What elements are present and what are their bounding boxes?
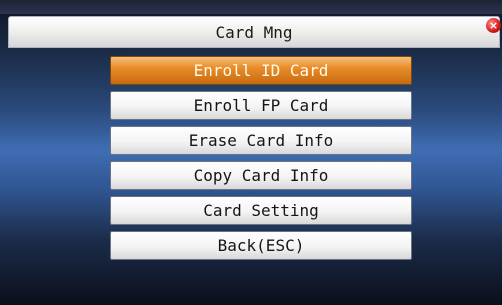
menu-item-enroll-fp-card[interactable]: Enroll FP Card	[110, 91, 412, 120]
menu-item-label: Card Setting	[203, 201, 319, 220]
menu-item-card-setting[interactable]: Card Setting	[110, 196, 412, 225]
top-strip	[0, 0, 502, 14]
menu-item-label: Erase Card Info	[188, 131, 334, 150]
menu-item-copy-card-info[interactable]: Copy Card Info	[110, 161, 412, 190]
close-icon[interactable]: ×	[486, 18, 501, 33]
card-menu: Enroll ID Card Enroll FP Card Erase Card…	[110, 56, 412, 266]
menu-item-label: Back(ESC)	[217, 236, 305, 255]
menu-item-label: Enroll ID Card	[193, 61, 329, 80]
menu-item-label: Copy Card Info	[193, 166, 329, 185]
window-title: Card Mng	[215, 22, 293, 42]
menu-item-enroll-id-card[interactable]: Enroll ID Card	[110, 56, 412, 85]
menu-item-back[interactable]: Back(ESC)	[110, 231, 412, 260]
window-title-bar: Card Mng	[8, 16, 500, 48]
menu-item-erase-card-info[interactable]: Erase Card Info	[110, 126, 412, 155]
menu-item-label: Enroll FP Card	[193, 96, 329, 115]
